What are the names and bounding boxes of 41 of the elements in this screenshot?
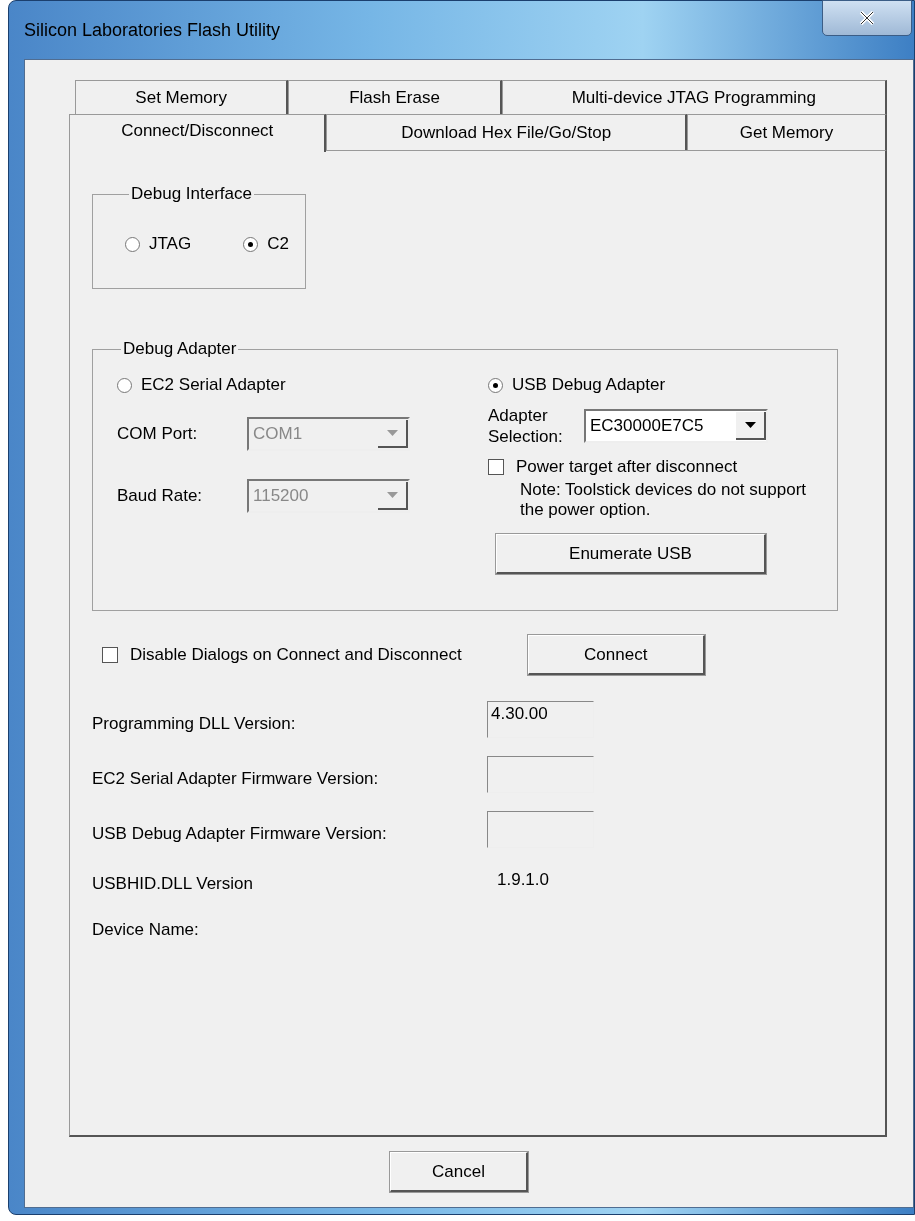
close-icon xyxy=(859,11,875,25)
group-title: Debug Interface xyxy=(130,184,253,204)
enumerate-button[interactable]: Enumerate USB xyxy=(496,534,766,574)
tab[interactable]: Connect/Disconnect xyxy=(69,114,327,152)
group-title: Debug Adapter xyxy=(122,339,238,359)
caret-icon xyxy=(744,422,756,428)
tab[interactable]: Set Memory xyxy=(75,80,289,114)
cancel-button[interactable]: Cancel xyxy=(390,1152,528,1192)
dropdown-field[interactable]: EC30000E7C5 xyxy=(584,409,768,443)
radio-button[interactable] xyxy=(488,377,503,393)
radio-button[interactable] xyxy=(117,377,132,393)
tab[interactable]: Download Hex File/Go/Stop xyxy=(326,114,687,150)
tab[interactable]: Flash Erase xyxy=(288,80,502,114)
checkbox-label: Disable Dialogs on Connect and Disconnect xyxy=(130,645,462,665)
field-label: Adapter Selection: xyxy=(488,405,564,447)
radio-label: USB Debug Adapter xyxy=(512,375,666,395)
checkbox-label: Power target after disconnect xyxy=(516,457,738,477)
radio-label: EC2 Serial Adapter xyxy=(141,375,286,395)
info-label: Device Name: xyxy=(92,919,200,940)
radio-button[interactable] xyxy=(243,236,259,252)
checkbox[interactable] xyxy=(102,647,118,663)
radio-label: C2 xyxy=(267,234,289,254)
caret-icon xyxy=(386,430,398,436)
info-value: 1.9.1.0 xyxy=(496,870,550,890)
info-label: USB Debug Adapter Firmware Version: xyxy=(92,822,388,844)
field-label: Baud Rate: xyxy=(117,486,204,506)
caret-icon xyxy=(386,492,398,498)
info-label: EC2 Serial Adapter Firmware Version: xyxy=(92,767,380,789)
field-label: COM Port: xyxy=(117,424,199,444)
info-label: Programming DLL Version: xyxy=(92,712,297,734)
window-title: Silicon Laboratories Flash Utility xyxy=(24,19,281,41)
tab[interactable]: Get Memory xyxy=(686,114,887,150)
radio-label: JTAG xyxy=(149,234,192,254)
checkbox[interactable] xyxy=(488,459,504,475)
radio-button[interactable] xyxy=(125,236,140,252)
connect-button[interactable]: Connect xyxy=(527,635,705,675)
close-button[interactable] xyxy=(822,0,912,36)
info-label: USBHID.DLL Version xyxy=(92,873,254,894)
readonly-field: 4.30.00 xyxy=(487,701,594,738)
tab[interactable]: Multi-device JTAG Programming xyxy=(501,80,887,114)
note-text: Note: Toolstick devices do not support the power option. xyxy=(520,480,807,520)
